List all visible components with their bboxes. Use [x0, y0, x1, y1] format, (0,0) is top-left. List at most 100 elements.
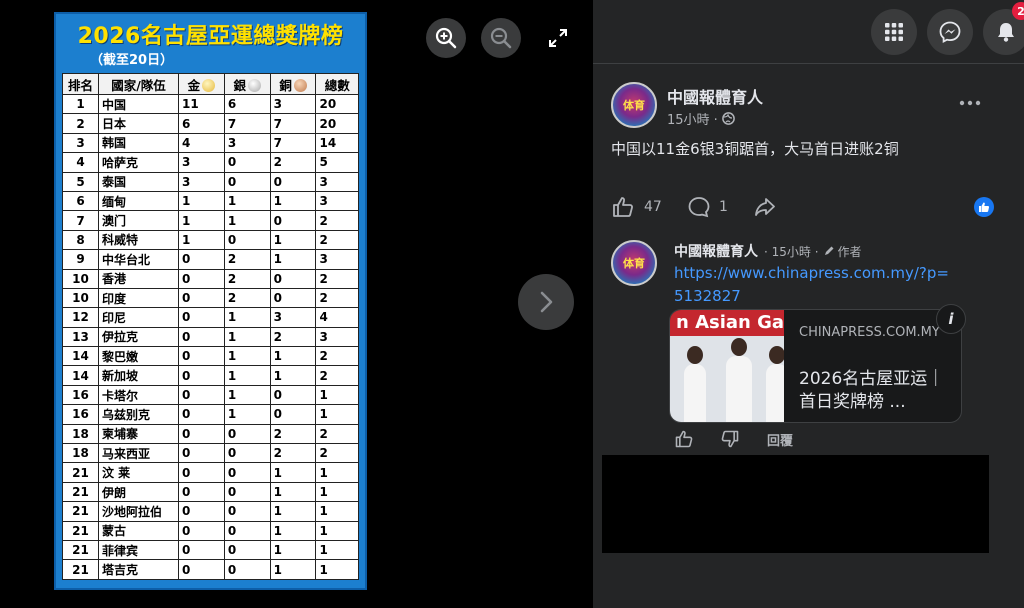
comment-author[interactable]: 中國報體育人 — [674, 241, 758, 261]
messenger-button[interactable] — [927, 9, 973, 55]
cell-bronze: 1 — [269, 520, 317, 541]
info-button[interactable]: i — [936, 304, 966, 334]
cell-silver: 0 — [223, 481, 271, 503]
reply-button[interactable]: 回覆 — [767, 430, 793, 449]
cell-rank: 1 — [62, 93, 99, 115]
athlete-figure — [684, 346, 706, 422]
cell-total: 4 — [315, 307, 359, 328]
post-time[interactable]: 15小時 · — [667, 109, 718, 128]
cell-rank: 9 — [62, 249, 99, 270]
cell-silver: 0 — [223, 520, 271, 541]
notification-badge: 2 — [1012, 2, 1024, 20]
comment-time[interactable]: · 15小時 · — [764, 243, 819, 260]
cell-total: 3 — [315, 326, 359, 348]
cell-gold: 0 — [178, 249, 225, 270]
cell-total: 1 — [315, 481, 359, 503]
cell-silver: 2 — [223, 268, 271, 289]
zoom-in-button[interactable] — [426, 18, 466, 58]
cell-rank: 18 — [62, 423, 99, 445]
cell-gold: 0 — [178, 268, 225, 289]
cell-bronze: 1 — [269, 462, 317, 483]
cell-country: 新加坡 — [98, 365, 179, 386]
cell-silver: 0 — [223, 423, 271, 445]
cell-rank: 3 — [62, 132, 99, 154]
bell-icon — [998, 23, 1014, 42]
cell-gold: 1 — [178, 229, 225, 251]
thumbs-up-icon — [613, 197, 633, 217]
cell-total: 2 — [315, 365, 359, 386]
cell-bronze: 1 — [269, 539, 317, 561]
menu-button[interactable] — [871, 9, 917, 55]
cell-total: 2 — [315, 268, 359, 289]
header-country: 國家/隊伍 — [98, 73, 179, 95]
cell-bronze: 1 — [269, 229, 317, 251]
cell-total: 1 — [315, 539, 359, 561]
post-author[interactable]: 中國報體育人 — [667, 84, 763, 108]
comment-action[interactable]: 1 — [687, 195, 728, 219]
medal-table-row: 18 柬埔寨 0 0 2 2 — [62, 423, 359, 445]
cell-country: 中国 — [98, 93, 179, 115]
medal-table-subtitle: （截至20日） — [90, 53, 174, 68]
cell-rank: 14 — [62, 346, 99, 367]
cell-silver: 1 — [223, 346, 271, 367]
link-preview-card[interactable]: n Asian Ga CHINAPRESS.COM.MY 2026名古屋亚运｜首… — [669, 309, 962, 423]
link-preview-domain: CHINAPRESS.COM.MY — [799, 325, 940, 340]
medal-table-row: 14 新加坡 0 1 1 2 — [62, 365, 359, 386]
comment-avatar[interactable]: 体育 — [611, 240, 657, 286]
header-gold: 金 — [178, 73, 225, 95]
cell-total: 14 — [315, 132, 359, 154]
post-meta: 15小時 · — [667, 109, 735, 128]
cell-bronze: 1 — [269, 365, 317, 386]
cell-silver: 0 — [223, 501, 271, 522]
cell-country: 汶 莱 — [98, 462, 179, 483]
comment-link[interactable]: https://www.chinapress.com.my/?p=5132827 — [674, 262, 954, 308]
cell-gold: 0 — [178, 365, 225, 386]
share-action[interactable] — [753, 195, 777, 219]
chevron-right-icon — [540, 291, 553, 313]
medal-table-row: 12 印尼 0 1 3 4 — [62, 307, 359, 328]
cell-total: 5 — [315, 152, 359, 173]
cell-bronze: 7 — [269, 132, 317, 154]
cell-country: 韩国 — [98, 132, 179, 154]
cell-gold: 0 — [178, 423, 225, 445]
more-options-button[interactable] — [958, 93, 982, 117]
cell-silver: 0 — [223, 229, 271, 251]
cell-country: 缅甸 — [98, 190, 179, 212]
cell-silver: 2 — [223, 249, 271, 270]
comment-dislike-icon[interactable] — [720, 429, 740, 449]
cell-bronze: 0 — [269, 171, 317, 192]
cell-total: 20 — [315, 93, 359, 115]
cell-silver: 2 — [223, 287, 271, 309]
cell-total: 1 — [315, 462, 359, 483]
cell-total: 2 — [315, 229, 359, 251]
medal-table-row: 1 中国 11 6 3 20 — [62, 93, 359, 115]
medal-table-row: 21 菲律宾 0 0 1 1 — [62, 539, 359, 561]
page-avatar[interactable]: 体育 — [611, 82, 657, 128]
zoom-out-button[interactable] — [481, 18, 521, 58]
cell-rank: 4 — [62, 152, 99, 173]
cell-bronze: 2 — [269, 423, 317, 445]
like-action[interactable]: 47 — [611, 195, 662, 219]
link-preview-title: 2026名古屋亚运｜首日奖牌榜 ... — [799, 369, 945, 412]
next-photo-button[interactable] — [518, 274, 574, 330]
medal-table-row: 21 塔吉克 0 0 1 1 — [62, 559, 359, 580]
medal-table-row: 9 中华台北 0 2 1 3 — [62, 249, 359, 270]
cell-silver: 1 — [223, 326, 271, 348]
cell-gold: 3 — [178, 152, 225, 173]
like-count: 47 — [644, 199, 662, 215]
cell-gold: 0 — [178, 307, 225, 328]
cell-bronze: 0 — [269, 268, 317, 289]
cell-silver: 1 — [223, 210, 271, 231]
header-rank: 排名 — [62, 73, 99, 95]
cell-bronze: 3 — [269, 93, 317, 115]
cell-bronze: 1 — [269, 190, 317, 212]
cell-rank: 13 — [62, 326, 99, 348]
cell-country: 哈萨克 — [98, 152, 179, 173]
cell-rank: 16 — [62, 384, 99, 406]
comment-like-icon[interactable] — [674, 429, 694, 449]
fullscreen-button[interactable] — [538, 18, 578, 58]
medal-table-row: 16 乌兹别克 0 1 0 1 — [62, 404, 359, 425]
cell-country: 印尼 — [98, 307, 179, 328]
cell-gold: 0 — [178, 326, 225, 348]
cell-gold: 0 — [178, 287, 225, 309]
